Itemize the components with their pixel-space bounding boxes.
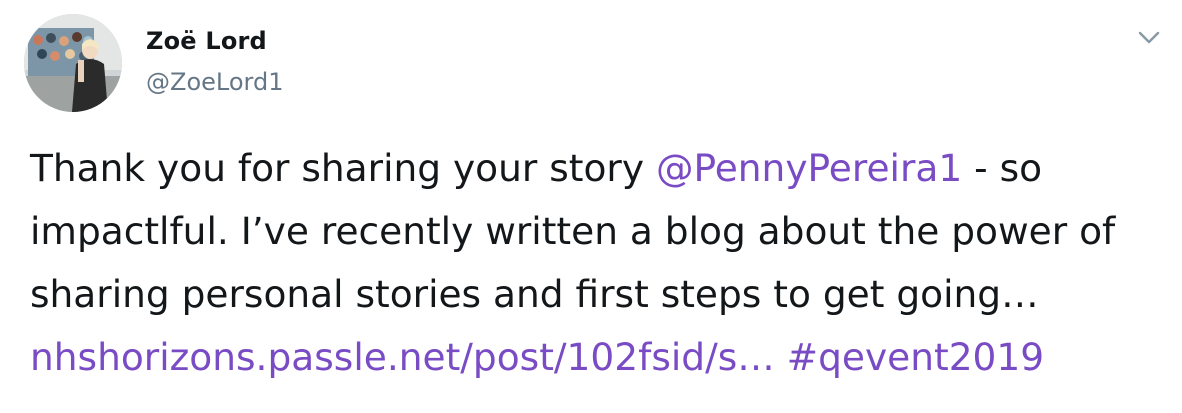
display-name[interactable]: Zoë Lord — [146, 27, 267, 55]
tweet-text-part: Thank you for sharing your story — [30, 146, 656, 190]
text-space — [775, 335, 787, 379]
tweet-text: Thank you for sharing your story @PennyP… — [30, 137, 1165, 389]
avatar-photo — [24, 14, 122, 112]
user-handle[interactable]: @ZoeLord1 — [146, 68, 283, 96]
mention-link[interactable]: @PennyPereira1 — [656, 146, 962, 190]
hashtag-link[interactable]: #qevent2019 — [787, 335, 1044, 379]
avatar[interactable] — [24, 14, 122, 112]
url-link[interactable]: nhshorizons.passle.net/post/102fsid/s… — [30, 335, 775, 379]
chevron-down-icon[interactable] — [1133, 26, 1165, 50]
